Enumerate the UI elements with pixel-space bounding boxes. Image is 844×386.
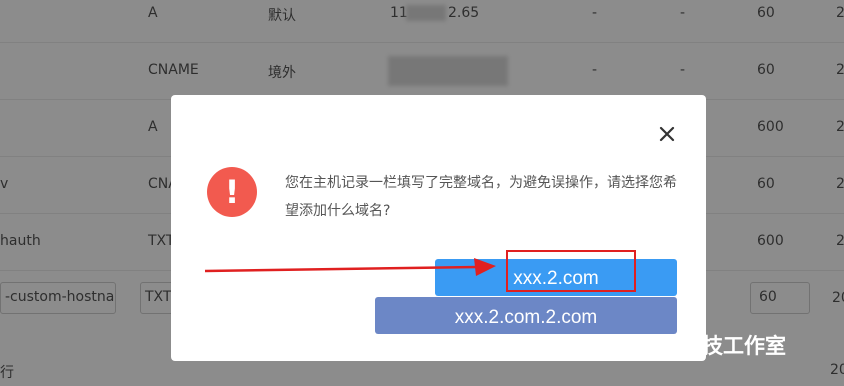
watermark-text: 锦之艺轩网络科技工作室 bbox=[555, 334, 786, 358]
annotation-arrow-icon bbox=[204, 258, 496, 276]
